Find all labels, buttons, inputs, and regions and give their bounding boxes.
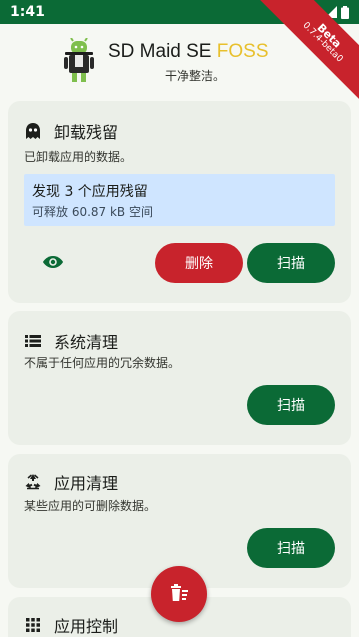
card-title-row: 应用清理 (24, 470, 118, 494)
card-description: 不属于任何应用的冗余数据。 (24, 356, 181, 370)
card-system-cleaner: 系统清理 不属于任何应用的冗余数据。 扫描 (8, 311, 351, 445)
card-title-row: 卸载残留 (24, 119, 118, 143)
card-title: 系统清理 (54, 333, 119, 352)
eye-icon[interactable] (42, 254, 64, 274)
app-subtitle: 干净整洁。 (165, 69, 226, 83)
result-subtitle: 可释放 60.87 kB 空间 (32, 205, 153, 219)
scan-button[interactable]: 扫描 (247, 243, 335, 283)
status-time: 1:41 (10, 4, 45, 20)
recycle-icon (24, 473, 42, 491)
result-title: 发现 3 个应用残留 (32, 184, 148, 200)
battery-icon (341, 5, 349, 19)
mascot-icon (64, 38, 94, 82)
delete-sweep-icon (171, 584, 188, 601)
app-title: SD Maid SE FOSS (108, 41, 269, 63)
card-description: 已卸载应用的数据。 (24, 150, 133, 164)
card-title: 卸载残留 (54, 123, 119, 142)
scan-button[interactable]: 扫描 (247, 385, 335, 425)
app-title-main: SD Maid SE (108, 41, 217, 62)
scan-result-box[interactable]: 发现 3 个应用残留 可释放 60.87 kB 空间 (24, 174, 335, 226)
list-icon (24, 332, 42, 350)
grid-icon (24, 616, 42, 634)
card-title-row: 系统清理 (24, 329, 118, 353)
scan-button[interactable]: 扫描 (247, 528, 335, 568)
delete-button[interactable]: 删除 (155, 243, 243, 283)
card-title: 应用控制 (54, 617, 119, 636)
card-app-leftovers: 卸载残留 已卸载应用的数据。 发现 3 个应用残留 可释放 60.87 kB 空… (8, 101, 351, 303)
card-title-row: 应用控制 (24, 613, 118, 637)
app-title-accent: FOSS (216, 41, 269, 62)
delete-all-fab[interactable] (151, 566, 207, 622)
card-description: 某些应用的可删除数据。 (24, 499, 157, 513)
card-title: 应用清理 (54, 474, 119, 493)
ghost-icon (24, 122, 42, 140)
